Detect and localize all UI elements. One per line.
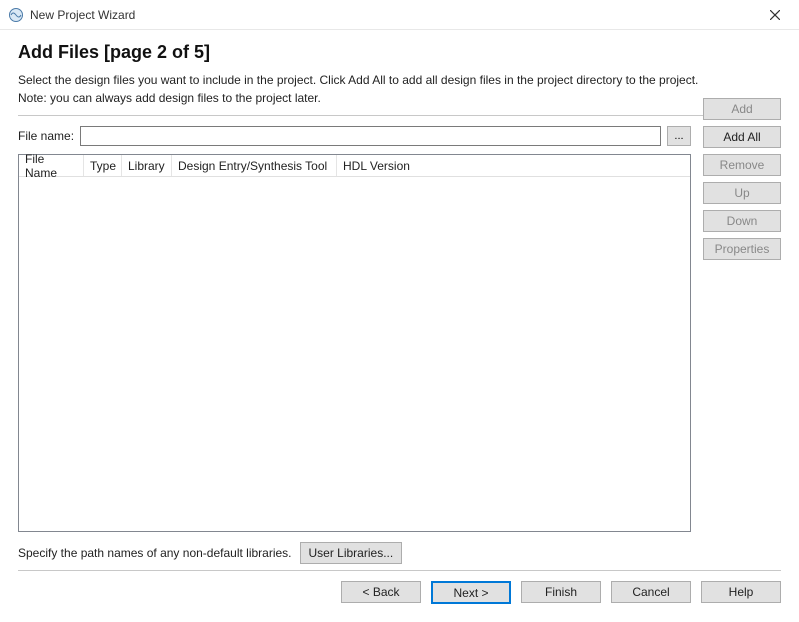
page-description-line2: Note: you can always add design files to…	[18, 91, 321, 105]
filename-label: File name:	[18, 129, 74, 143]
footer-buttons: < Back Next > Finish Cancel Help	[18, 581, 781, 604]
add-all-button[interactable]: Add All	[703, 126, 781, 148]
app-icon	[8, 7, 24, 23]
browse-button[interactable]: ...	[667, 126, 691, 146]
finish-button[interactable]: Finish	[521, 581, 601, 603]
up-button[interactable]: Up	[703, 182, 781, 204]
files-table[interactable]: File Name Type Library Design Entry/Synt…	[18, 154, 691, 532]
page-heading: Add Files [page 2 of 5]	[18, 42, 781, 63]
properties-button[interactable]: Properties	[703, 238, 781, 260]
add-button[interactable]: Add	[703, 98, 781, 120]
column-hdl[interactable]: HDL Version	[337, 155, 417, 176]
column-library[interactable]: Library	[122, 155, 172, 176]
help-button[interactable]: Help	[701, 581, 781, 603]
page-description: Select the design files you want to incl…	[18, 71, 781, 107]
back-button[interactable]: < Back	[341, 581, 421, 603]
side-buttons: Add Add All Remove Up Down Properties	[703, 98, 781, 532]
column-type[interactable]: Type	[84, 155, 122, 176]
titlebar: New Project Wizard	[0, 0, 799, 30]
next-button[interactable]: Next >	[431, 581, 511, 604]
libraries-description: Specify the path names of any non-defaul…	[18, 546, 292, 560]
window-title: New Project Wizard	[30, 8, 755, 22]
filename-input[interactable]	[80, 126, 661, 146]
column-filename[interactable]: File Name	[19, 155, 84, 176]
remove-button[interactable]: Remove	[703, 154, 781, 176]
divider	[18, 115, 781, 116]
close-icon	[770, 10, 780, 20]
column-tool[interactable]: Design Entry/Synthesis Tool	[172, 155, 337, 176]
down-button[interactable]: Down	[703, 210, 781, 232]
filename-row: File name: ...	[18, 126, 691, 146]
table-header: File Name Type Library Design Entry/Synt…	[19, 155, 690, 177]
close-button[interactable]	[755, 0, 795, 30]
content-area: Add Files [page 2 of 5] Select the desig…	[0, 30, 799, 564]
footer: < Back Next > Finish Cancel Help	[0, 560, 799, 622]
page-description-line1: Select the design files you want to incl…	[18, 73, 698, 87]
cancel-button[interactable]: Cancel	[611, 581, 691, 603]
footer-divider	[18, 570, 781, 571]
